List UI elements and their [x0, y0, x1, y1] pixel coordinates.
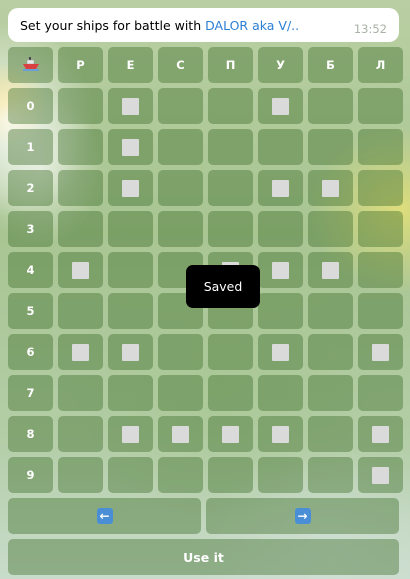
- header-prefix: Set your ships for battle with: [20, 17, 206, 33]
- ship-cell-button[interactable]: [258, 88, 303, 124]
- row-label-button[interactable]: 9: [8, 457, 53, 493]
- ship-cell-button[interactable]: [308, 252, 353, 288]
- ship-cell-button[interactable]: [358, 416, 403, 452]
- empty-cell-button[interactable]: [158, 129, 203, 165]
- corner-button[interactable]: [8, 47, 53, 83]
- empty-cell-button[interactable]: [308, 88, 353, 124]
- empty-cell-button[interactable]: [308, 375, 353, 411]
- empty-cell-button[interactable]: [308, 334, 353, 370]
- message-time: 13:52: [353, 22, 387, 36]
- empty-cell-button[interactable]: [258, 293, 303, 329]
- nav-row: ← →: [8, 498, 399, 534]
- row-label-button[interactable]: 3: [8, 211, 53, 247]
- empty-cell-button[interactable]: [108, 457, 153, 493]
- ship-cell-button[interactable]: [108, 129, 153, 165]
- ship-cell-button[interactable]: [308, 170, 353, 206]
- column-header-button[interactable]: С: [158, 47, 203, 83]
- left-arrow-icon: ←: [96, 508, 113, 524]
- empty-cell-button[interactable]: [308, 457, 353, 493]
- ship-cell-button[interactable]: [258, 416, 303, 452]
- ship-cell-button[interactable]: [258, 170, 303, 206]
- use-it-button[interactable]: Use it: [8, 539, 399, 575]
- empty-cell-button[interactable]: [258, 211, 303, 247]
- empty-cell-button[interactable]: [58, 170, 103, 206]
- empty-cell-button[interactable]: [308, 293, 353, 329]
- column-header-button[interactable]: П: [208, 47, 253, 83]
- column-header-button[interactable]: У: [258, 47, 303, 83]
- empty-cell-button[interactable]: [58, 88, 103, 124]
- right-arrow-icon: →: [294, 508, 311, 524]
- next-page-button[interactable]: →: [206, 498, 399, 534]
- empty-cell-button[interactable]: [308, 129, 353, 165]
- ship-cell-button[interactable]: [108, 334, 153, 370]
- ship-icon: [22, 56, 40, 75]
- empty-cell-button[interactable]: [58, 129, 103, 165]
- row-label-button[interactable]: 1: [8, 129, 53, 165]
- empty-cell-button[interactable]: [58, 416, 103, 452]
- empty-cell-button[interactable]: [108, 293, 153, 329]
- prev-page-button[interactable]: ←: [8, 498, 201, 534]
- empty-cell-button[interactable]: [58, 293, 103, 329]
- empty-cell-button[interactable]: [358, 211, 403, 247]
- row-label-button[interactable]: 6: [8, 334, 53, 370]
- empty-cell-button[interactable]: [208, 334, 253, 370]
- row-label-button[interactable]: 7: [8, 375, 53, 411]
- empty-cell-button[interactable]: [258, 129, 303, 165]
- ship-cell-button[interactable]: [258, 334, 303, 370]
- empty-cell-button[interactable]: [158, 457, 203, 493]
- empty-cell-button[interactable]: [108, 375, 153, 411]
- empty-cell-button[interactable]: [358, 129, 403, 165]
- user-link[interactable]: DALOR aka V/..: [205, 18, 299, 33]
- empty-cell-button[interactable]: [308, 416, 353, 452]
- empty-cell-button[interactable]: [258, 457, 303, 493]
- column-header-button[interactable]: Е: [108, 47, 153, 83]
- empty-cell-button[interactable]: [58, 211, 103, 247]
- ship-cell-button[interactable]: [108, 170, 153, 206]
- column-header-button[interactable]: Б: [308, 47, 353, 83]
- empty-cell-button[interactable]: [258, 375, 303, 411]
- ship-cell-button[interactable]: [258, 252, 303, 288]
- empty-cell-button[interactable]: [158, 170, 203, 206]
- ship-cell-button[interactable]: [58, 334, 103, 370]
- header-text: Set your ships for battle with DALOR aka…: [20, 18, 299, 33]
- empty-cell-button[interactable]: [208, 211, 253, 247]
- empty-cell-button[interactable]: [208, 170, 253, 206]
- empty-cell-button[interactable]: [358, 375, 403, 411]
- empty-cell-button[interactable]: [108, 211, 153, 247]
- saved-toast: Saved: [186, 265, 260, 308]
- empty-cell-button[interactable]: [208, 457, 253, 493]
- ship-cell-button[interactable]: [208, 416, 253, 452]
- ship-cell-button[interactable]: [158, 416, 203, 452]
- empty-cell-button[interactable]: [358, 293, 403, 329]
- empty-cell-button[interactable]: [158, 88, 203, 124]
- empty-cell-button[interactable]: [108, 252, 153, 288]
- empty-cell-button[interactable]: [158, 375, 203, 411]
- empty-cell-button[interactable]: [358, 170, 403, 206]
- ship-cell-button[interactable]: [58, 252, 103, 288]
- empty-cell-button[interactable]: [358, 252, 403, 288]
- empty-cell-button[interactable]: [208, 375, 253, 411]
- row-label-button[interactable]: 0: [8, 88, 53, 124]
- empty-cell-button[interactable]: [358, 88, 403, 124]
- empty-cell-button[interactable]: [208, 129, 253, 165]
- empty-cell-button[interactable]: [158, 211, 203, 247]
- ship-cell-button[interactable]: [358, 334, 403, 370]
- ship-cell-button[interactable]: [108, 416, 153, 452]
- row-label-button[interactable]: 5: [8, 293, 53, 329]
- column-header-button[interactable]: Л: [358, 47, 403, 83]
- row-label-button[interactable]: 4: [8, 252, 53, 288]
- empty-cell-button[interactable]: [158, 334, 203, 370]
- column-header-button[interactable]: Р: [58, 47, 103, 83]
- empty-cell-button[interactable]: [208, 88, 253, 124]
- row-label-button[interactable]: 8: [8, 416, 53, 452]
- row-label-button[interactable]: 2: [8, 170, 53, 206]
- empty-cell-button[interactable]: [58, 457, 103, 493]
- message-header: Set your ships for battle with DALOR aka…: [8, 8, 399, 42]
- empty-cell-button[interactable]: [308, 211, 353, 247]
- ship-cell-button[interactable]: [108, 88, 153, 124]
- empty-cell-button[interactable]: [58, 375, 103, 411]
- ship-cell-button[interactable]: [358, 457, 403, 493]
